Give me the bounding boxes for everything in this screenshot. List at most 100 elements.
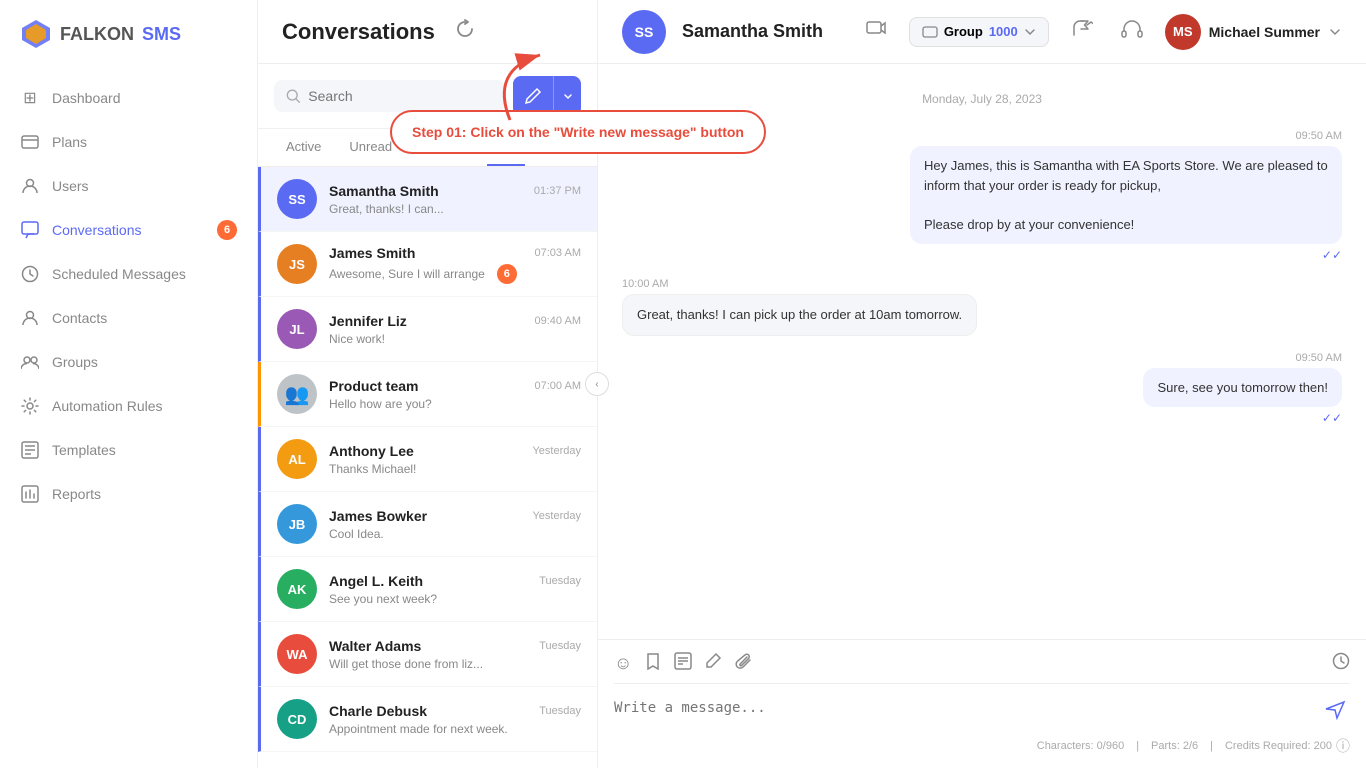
conversation-item-cd[interactable]: CD Charle Debusk Tuesday Appointment mad… [258,687,597,752]
conv-name: James Smith [329,245,415,261]
sidebar-item-conversations[interactable]: Conversations 6 [0,208,257,252]
avatar-wa: WA [277,634,317,674]
sidebar-item-automation[interactable]: Automation Rules [0,384,257,428]
conv-name: Walter Adams [329,638,421,654]
date-divider: Monday, July 28, 2023 [622,92,1342,106]
chat-contact-avatar: SS [622,10,666,54]
sidebar-item-scheduled[interactable]: Scheduled Messages [0,252,257,296]
sidebar-item-label: Groups [52,354,98,370]
search-bar [258,64,597,129]
search-input[interactable] [308,88,493,104]
sidebar-item-label: Users [52,178,89,194]
headphone-button[interactable] [1115,12,1149,51]
main-content: Conversations [258,0,1366,768]
page-header: Conversations [258,0,597,64]
group-icon [922,24,938,40]
conv-time: Yesterday [532,510,581,522]
write-new-message-button[interactable] [513,76,553,116]
search-input-wrap[interactable] [274,80,505,112]
bookmark-icon[interactable] [644,652,662,675]
sidebar-nav: ⊞ Dashboard Plans Users Conversations 6 [0,68,257,768]
sidebar-item-label: Reports [52,486,101,502]
send-button[interactable] [1320,694,1350,730]
info-icon[interactable]: ⓘ [1336,736,1350,756]
message-input[interactable] [614,692,1320,732]
conversation-item-ss[interactable]: SS Samantha Smith 01:37 PM Great, thanks… [258,167,597,232]
emoji-icon[interactable]: ☺ [614,653,632,674]
sidebar-item-dashboard[interactable]: ⊞ Dashboard [0,76,257,120]
conversation-item-wa[interactable]: WA Walter Adams Tuesday Will get those d… [258,622,597,687]
collapse-panel-button[interactable]: ‹ [585,372,609,396]
attachment-icon[interactable] [734,652,752,675]
schedule-message-icon[interactable] [1332,652,1350,675]
chevron-down-icon [1024,26,1036,38]
sidebar-item-label: Automation Rules [52,398,163,414]
conversation-item-al[interactable]: AL Anthony Lee Yesterday Thanks Michael! [258,427,597,492]
tab-unread[interactable]: Unread [337,129,404,166]
logo: FALKON SMS [0,0,257,68]
conv-preview: See you next week? [329,592,529,606]
conv-time: 01:37 PM [534,185,581,197]
conv-preview: Nice work! [329,332,529,346]
group-label: Group [944,24,983,39]
conv-time: 09:40 AM [535,315,581,327]
refresh-button[interactable] [451,15,479,48]
avatar-ak: AK [277,569,317,609]
avatar-cd: CD [277,699,317,739]
conv-time: 07:00 AM [535,380,581,392]
msg-time: 10:00 AM [622,278,668,290]
forward-button[interactable] [1065,12,1099,51]
sidebar-item-label: Dashboard [52,90,121,106]
page-title: Conversations [282,19,435,45]
avatar-jb: JB [277,504,317,544]
sidebar-item-label: Scheduled Messages [52,266,186,282]
conv-name: Jennifer Liz [329,313,407,329]
conv-info-al: Anthony Lee Yesterday Thanks Michael! [329,443,581,476]
template-icon[interactable] [674,652,692,675]
compose-dropdown-button[interactable] [553,76,581,116]
conv-time: Tuesday [539,575,581,587]
msg-bubble: Great, thanks! I can pick up the order a… [622,294,977,336]
chat-contact-name: Samantha Smith [682,21,823,42]
conversation-item-pt[interactable]: 👥 Product team 07:00 AM Hello how are yo… [258,362,597,427]
sidebar-item-reports[interactable]: Reports [0,472,257,516]
char-count: Characters: 0/960 [1037,740,1124,752]
user-profile[interactable]: MS Michael Summer [1165,14,1342,50]
conversation-item-js[interactable]: JS James Smith 07:03 AM Awesome, Sure I … [258,232,597,297]
sidebar-item-users[interactable]: Users [0,164,257,208]
conversations-panel: Conversations [258,0,598,768]
conv-preview: Will get those done from liz... [329,657,529,671]
conv-preview: Awesome, Sure I will arrange [329,267,485,281]
sidebar-item-label: Conversations [52,222,142,238]
conv-name: Charle Debusk [329,703,427,719]
conversation-item-jb[interactable]: JB James Bowker Yesterday Cool Idea. [258,492,597,557]
chat-input-row [614,683,1350,732]
sidebar-item-contacts[interactable]: Contacts [0,296,257,340]
conversation-item-ak[interactable]: AK Angel L. Keith Tuesday See you next w… [258,557,597,622]
templates-icon [20,440,40,460]
tab-archived[interactable]: Archived [408,129,483,166]
sidebar: FALKON SMS ⊞ Dashboard Plans Users Conve… [0,0,258,768]
filter-tabs: Active Unread Archived All [258,129,597,167]
conversation-item-jl[interactable]: JL Jennifer Liz 09:40 AM Nice work! [258,297,597,362]
tab-all[interactable]: All [487,129,525,166]
message-received-1: 09:50 AM Hey James, this is Samantha wit… [622,130,1342,262]
sidebar-item-groups[interactable]: Groups [0,340,257,384]
sidebar-item-plans[interactable]: Plans [0,120,257,164]
conv-preview: Hello how are you? [329,397,529,411]
group-selector[interactable]: Group 1000 [909,17,1049,47]
conv-info-cd: Charle Debusk Tuesday Appointment made f… [329,703,581,736]
plans-icon [20,132,40,152]
logo-falkon: FALKON [60,24,134,45]
edit-icon[interactable] [704,652,722,675]
avatar-js: JS [277,244,317,284]
tab-active[interactable]: Active [274,129,333,166]
scheduled-icon [20,264,40,284]
automation-icon [20,396,40,416]
groups-icon [20,352,40,372]
msg-bubble: Sure, see you tomorrow then! [1143,368,1342,408]
broadcast-button[interactable] [859,12,893,51]
group-value: 1000 [989,24,1018,39]
sidebar-item-templates[interactable]: Templates [0,428,257,472]
conv-preview: Cool Idea. [329,527,529,541]
